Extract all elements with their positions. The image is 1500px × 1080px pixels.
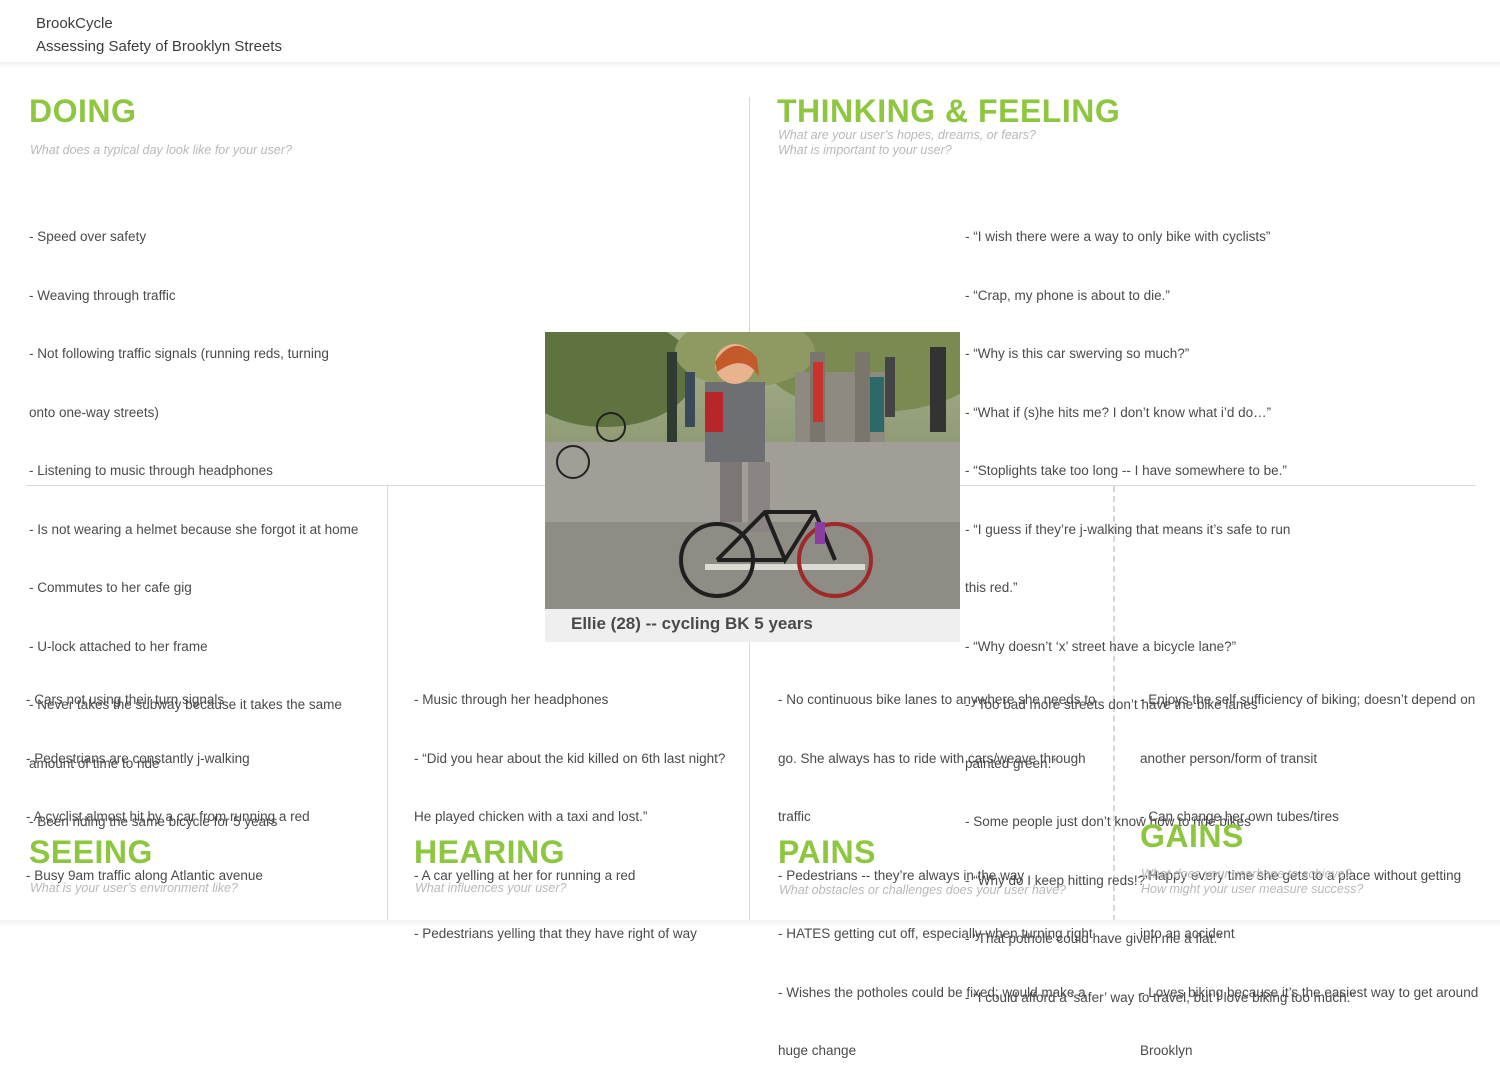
list-item: - HATES getting cut off, especially when… <box>778 926 1093 941</box>
thinking-prompt: What are your user’s hopes, dreams, or f… <box>778 128 1036 158</box>
list-item: another person/form of transit <box>1140 750 1318 766</box>
page-subtitle: Assessing Safety of Brooklyn Streets <box>36 38 282 55</box>
prompt-line: What obstacles or challenges does your u… <box>779 883 1066 897</box>
list-item: huge change <box>778 1043 857 1058</box>
hearing-list: - Music through her headphones - “Did yo… <box>414 651 725 963</box>
list-item: into an accident <box>1140 926 1235 941</box>
gains-list: - Enjoys the self sufficiency of biking;… <box>1140 651 1478 1080</box>
seeing-prompt: What is your user’s environment like? <box>30 881 238 896</box>
list-item: - Loves biking because it’s the easiest … <box>1140 984 1479 1000</box>
hearing-prompt: What influences your user? <box>415 881 566 896</box>
list-item: - No continuous bike lanes to anywhere s… <box>778 692 1096 707</box>
list-item: Brooklyn <box>1140 1043 1193 1058</box>
list-item: - A cyclist almost hit by a car from run… <box>26 809 310 824</box>
list-item: - “Stoplights take too long -- I have so… <box>965 463 1287 478</box>
prompt-line: What is your user’s environment like? <box>30 881 238 895</box>
list-item: - Music through her headphones <box>414 692 609 707</box>
prompt-line: What influences your user? <box>415 881 567 895</box>
list-item: - “I wish there were a way to only bike … <box>965 229 1271 244</box>
list-item: - Commutes to her cafe gig <box>29 580 192 595</box>
app-title: BrookCycle <box>36 15 113 32</box>
gains-prompt: What does your userhope to achieve? How … <box>1141 867 1363 897</box>
persona-card: Ellie (28) -- cycling BK 5 years <box>545 332 960 642</box>
list-item: - “Did you hear about the kid killed on … <box>414 750 726 766</box>
doing-prompt: What does a typical day look like for yo… <box>30 143 292 158</box>
list-item: - Cars not using their turn signals <box>26 692 225 707</box>
list-item: - “Why is this car swerving so much?” <box>965 346 1190 361</box>
seeing-heading: SEEING <box>29 834 153 870</box>
prompt-line: What does a typical day look like for yo… <box>30 143 292 157</box>
doing-heading: DOING <box>29 93 137 129</box>
pains-heading: PAINS <box>778 834 876 870</box>
prompt-line: What is important to your user? <box>778 143 952 157</box>
list-item: - Enjoys the self sufficiency of biking;… <box>1140 692 1476 707</box>
list-item: - Not following traffic signals (running… <box>29 346 329 361</box>
hearing-heading: HEARING <box>414 834 566 870</box>
prompt-line: What are your user’s hopes, dreams, or f… <box>778 128 1036 142</box>
list-item: onto one-way streets) <box>29 404 159 420</box>
list-item: He played chicken with a taxi and lost.” <box>414 809 648 824</box>
pains-prompt: What obstacles or challenges does your u… <box>779 883 1066 898</box>
list-item: - “I guess if they’re j-walking that mea… <box>965 521 1291 537</box>
list-item: - Pedestrians yelling that they have rig… <box>414 926 697 941</box>
gains-heading: GAINS <box>1140 818 1244 854</box>
list-item: - “Crap, my phone is about to die.” <box>965 287 1170 303</box>
thinking-heading: THINKING & FEELING <box>777 93 1121 129</box>
persona-caption: Ellie (28) -- cycling BK 5 years <box>571 614 813 633</box>
list-item: go. She always has to ride with cars/wea… <box>778 750 1086 766</box>
list-item: - Weaving through traffic <box>29 287 176 303</box>
list-item: this red.” <box>965 580 1018 595</box>
list-item: traffic <box>778 809 811 824</box>
seeing-hearing-divider <box>387 486 388 921</box>
cyclist-photo-icon <box>545 332 960 609</box>
prompt-line: How might your user measure success? <box>1141 882 1364 896</box>
list-item: - Pedestrians are constantly j-walking <box>26 750 250 766</box>
list-item: - Is not wearing a helmet because she fo… <box>29 521 359 537</box>
header-divider <box>0 62 1500 68</box>
list-item: - “What if (s)he hits me? I don’t know w… <box>965 404 1272 420</box>
list-item: - Speed over safety <box>29 229 147 244</box>
prompt-line: What does your userhope to achieve? <box>1141 867 1352 881</box>
list-item: - Listening to music through headphones <box>29 463 273 478</box>
list-item: - Wishes the potholes could be fixed; wo… <box>778 984 1086 1000</box>
